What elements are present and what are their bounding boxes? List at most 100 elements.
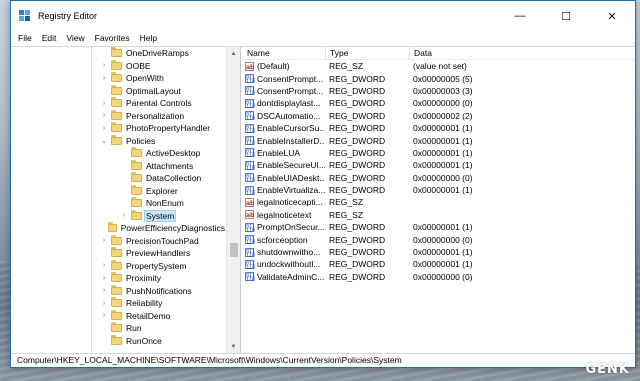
column-header-type[interactable]: Type [325, 47, 409, 60]
tree-item[interactable]: › RetailDemo [11, 309, 226, 323]
value-row[interactable]: 011 110 PromptOnSecur... REG_DWORD 0x000000… [241, 221, 635, 233]
window-controls: — ☐ ✕ [497, 1, 635, 31]
value-row[interactable]: 011 110 EnableVirtualiza... REG_DWORD 0x000… [241, 184, 635, 196]
value-name-cell: 011 110 dontdisplaylast... [241, 98, 325, 108]
tree-item[interactable]: RunOnce [11, 334, 226, 348]
tree-item[interactable]: › Parental Controls [11, 97, 226, 110]
value-row[interactable]: 011 110 ValidateAdminC... REG_DWORD 0x00000… [241, 271, 635, 283]
folder-icon [111, 109, 122, 120]
binary-value-icon: 011 110 [245, 123, 256, 134]
scroll-down-arrow-icon[interactable]: ▼ [227, 340, 240, 354]
tree-item[interactable]: OptimalLayout [11, 84, 226, 98]
value-name-cell: 011 110 ConsentPrompt... [241, 86, 325, 96]
tree-item[interactable]: › OpenWith [11, 72, 226, 85]
value-row[interactable]: ab legalnoticecapti... REG_SZ [241, 196, 635, 208]
value-name-cell: 011 110 PromptOnSecur... [241, 222, 325, 232]
expand-chevron-icon[interactable]: › [99, 312, 109, 319]
value-type: REG_SZ [329, 61, 364, 72]
value-row[interactable]: 011 110 dontdisplaylast... REG_DWORD 0x0000… [241, 97, 635, 109]
values-pane[interactable]: Name Type Data ab (Default) REG_SZ (value n… [241, 47, 635, 354]
value-row[interactable]: 011 110 EnableCursorSu... REG_DWORD 0x00000… [241, 122, 635, 134]
tree-item[interactable]: › PropertySystem [11, 259, 226, 273]
values-header: Name Type Data [241, 47, 635, 60]
value-row[interactable]: 011 110 undockwithoutl... REG_DWORD 0x00000… [241, 258, 635, 270]
tree-item-label: System [143, 209, 177, 222]
expand-chevron-icon[interactable]: › [119, 212, 129, 219]
folder-icon [131, 172, 142, 183]
tree-item[interactable]: › PrecisionTouchPad [11, 234, 226, 248]
tree-item[interactable]: ActiveDesktop [11, 147, 226, 160]
value-name: legalnoticecapti... [257, 197, 323, 208]
tree-item[interactable]: › Reliability [11, 297, 226, 310]
value-row[interactable]: ab (Default) REG_SZ (value not set) [241, 60, 635, 72]
value-name: EnableVirtualiza... [257, 185, 325, 196]
value-row[interactable]: 011 110 shutdownwitho... REG_DWORD 0x000000… [241, 246, 635, 258]
tree-item[interactable]: › PhotoPropertyHandler [11, 122, 226, 135]
value-name-cell: ab legalnoticecapti... [241, 197, 325, 207]
binary-value-icon: 011 110 [245, 111, 256, 121]
menu-favorites[interactable]: Favorites [90, 33, 135, 43]
title-bar[interactable]: Registry Editor — ☐ ✕ [11, 1, 635, 31]
close-button[interactable]: ✕ [589, 1, 635, 31]
scroll-up-arrow-icon[interactable]: ▲ [227, 47, 240, 61]
tree-item-label: OOBE [126, 60, 151, 71]
column-header-data[interactable]: Data [409, 47, 635, 60]
menu-edit[interactable]: Edit [37, 33, 62, 43]
value-row[interactable]: 011 110 EnableLUA REG_DWORD 0x00000001 (1) [241, 147, 635, 159]
value-type: REG_DWORD [329, 271, 386, 282]
tree-item[interactable]: › System [11, 209, 226, 223]
scroll-thumb[interactable] [230, 243, 238, 257]
key-tree-pane[interactable]: OneDriveRamps › OOBE › OpenWith OptimalLayout… [11, 47, 241, 354]
value-name-cell: 011 110 ConsentPrompt... [241, 74, 325, 84]
value-row[interactable]: 011 110 ConsentPrompt... REG_DWORD 0x000000… [241, 72, 635, 84]
tree-item[interactable]: › Proximity [11, 272, 226, 285]
value-name: undockwithoutl... [257, 259, 321, 270]
expand-chevron-icon[interactable]: › [99, 275, 109, 282]
tree-scrollbar[interactable]: ▲ ▼ [226, 47, 240, 354]
value-row[interactable]: 011 110 EnableInstallerD... REG_DWORD 0x000… [241, 134, 635, 146]
expand-chevron-icon[interactable]: › [99, 300, 109, 307]
tree-item[interactable]: NonEnum [11, 197, 226, 210]
tree-item[interactable]: › Personalization [11, 109, 226, 123]
value-row[interactable]: 011 110 DSCAutomatio... REG_DWORD 0x0000000… [241, 110, 635, 122]
tree-item[interactable]: OneDriveRamps [11, 47, 226, 60]
menu-view[interactable]: View [61, 33, 89, 43]
value-row[interactable]: 011 110 EnableUIADeskt... REG_DWORD 0x00000… [241, 172, 635, 184]
expand-chevron-icon[interactable]: › [99, 75, 109, 82]
column-header-name[interactable]: Name [241, 47, 325, 60]
value-name-cell: 011 110 EnableInstallerD... [241, 136, 325, 146]
expand-chevron-icon[interactable]: › [99, 287, 109, 294]
tree-item[interactable]: DataCollection [11, 172, 226, 185]
tree-item-label: Proximity [126, 273, 161, 284]
tree-item[interactable]: ⌄ Policies [11, 134, 226, 148]
menu-help[interactable]: Help [135, 33, 162, 43]
tree-item[interactable]: › OOBE [11, 59, 226, 73]
tree-item[interactable]: PowerEfficiencyDiagnostics [11, 222, 226, 235]
minimize-button[interactable]: — [497, 1, 543, 31]
tree-item[interactable]: Attachments [11, 159, 226, 173]
value-type: REG_DWORD [329, 85, 386, 96]
tree-item[interactable]: › PushNotifications [11, 284, 226, 298]
tree-item[interactable]: Run [11, 322, 226, 335]
value-data: 0x00000001 (1) [413, 259, 473, 270]
value-row[interactable]: 011 110 scforceoption REG_DWORD 0x00000000 … [241, 233, 635, 245]
expand-chevron-icon[interactable]: › [99, 100, 109, 107]
expand-chevron-icon[interactable]: › [99, 237, 109, 244]
menu-file[interactable]: File [13, 33, 37, 43]
collapse-chevron-icon[interactable]: ⌄ [99, 137, 109, 145]
value-row[interactable]: 011 110 ConsentPrompt... REG_DWORD 0x000000… [241, 85, 635, 97]
window-title: Registry Editor [38, 11, 98, 21]
tree-item-label: RetailDemo [126, 310, 171, 321]
folder-icon [111, 47, 122, 58]
expand-chevron-icon[interactable]: › [99, 125, 109, 132]
tree-item[interactable]: PreviewHandlers [11, 247, 226, 260]
value-row[interactable]: 011 110 EnableSecureUI... REG_DWORD 0x00000… [241, 159, 635, 171]
folder-icon [108, 222, 117, 233]
expand-chevron-icon[interactable]: › [99, 262, 109, 269]
expand-chevron-icon[interactable]: › [99, 112, 109, 119]
expand-chevron-icon[interactable]: › [99, 62, 109, 69]
tree-item[interactable]: Explorer [11, 184, 226, 198]
folder-icon [111, 272, 122, 283]
value-row[interactable]: ab legalnoticetext REG_SZ [241, 209, 635, 221]
maximize-button[interactable]: ☐ [543, 1, 589, 31]
